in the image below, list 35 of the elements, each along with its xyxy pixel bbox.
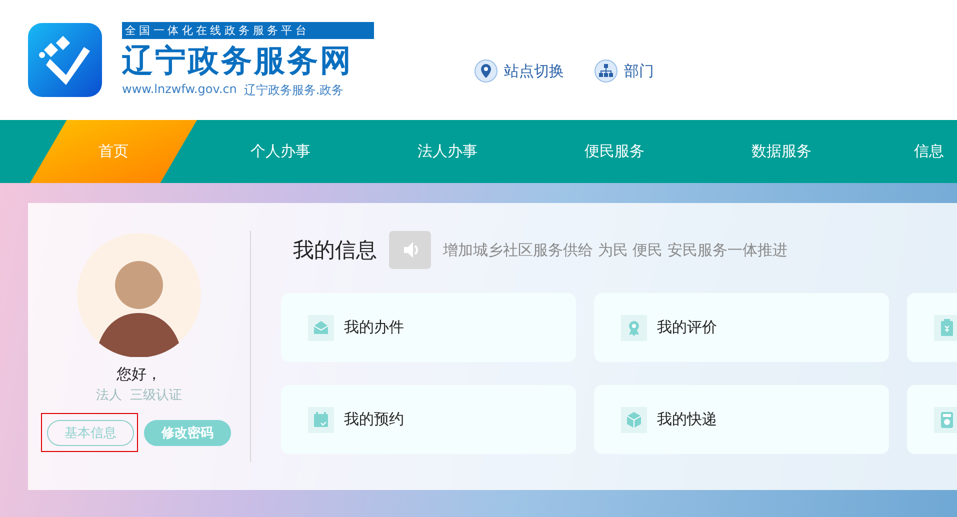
site-domain: 辽宁政务服务.政务 <box>244 82 344 98</box>
package-icon <box>621 406 647 432</box>
notice-text: 增加城乡社区服务供给 为民 便民 安民服务一体推进 <box>443 240 788 260</box>
site-url: www.lnzwfw.gov.cn <box>122 82 237 98</box>
clipboard-icon <box>934 314 957 340</box>
nav-tab[interactable]: 首页 <box>30 120 197 183</box>
menu-card[interactable]: 我的评价 <box>594 293 889 362</box>
menu-card[interactable]: 我的快递 <box>594 385 889 454</box>
avatar-icon <box>77 233 201 357</box>
nav-tab[interactable]: 便民服务 <box>531 120 698 183</box>
section-title: 我的信息 <box>293 237 377 264</box>
profile-button[interactable]: 修改密码 <box>144 420 231 446</box>
card-label: 我的办件 <box>344 318 404 337</box>
calendar-icon <box>308 406 334 432</box>
org-chart-icon <box>594 59 618 83</box>
platform-tagline: 全国一体化在线政务服务平台 <box>122 22 374 38</box>
logo-icon <box>28 23 102 97</box>
award-icon <box>621 314 647 340</box>
header-link[interactable]: 站点切换 <box>474 59 564 83</box>
card-label: 我的预约 <box>344 410 404 429</box>
account-role: 法人 三级认证 <box>96 387 182 404</box>
envelope-icon <box>308 314 334 340</box>
nav-tab[interactable]: 数据服务 <box>698 120 865 183</box>
location-pin-icon <box>474 59 498 83</box>
menu-card[interactable]: 我的办件 <box>281 293 576 362</box>
menu-card[interactable]: 我的预约 <box>281 385 576 454</box>
nav-tab[interactable]: 信息 <box>865 120 957 183</box>
nav-tab[interactable]: 法人办事 <box>364 120 531 183</box>
speaker-icon[interactable] <box>389 231 431 269</box>
card-label: 我的快递 <box>657 410 717 429</box>
nav-tab[interactable]: 个人办事 <box>197 120 364 183</box>
card-label: 我的评价 <box>657 318 717 337</box>
greeting-text: 您好， <box>116 365 162 384</box>
site-name: 辽宁政务服务网 <box>122 42 354 80</box>
header-link[interactable]: 部门 <box>594 59 654 83</box>
